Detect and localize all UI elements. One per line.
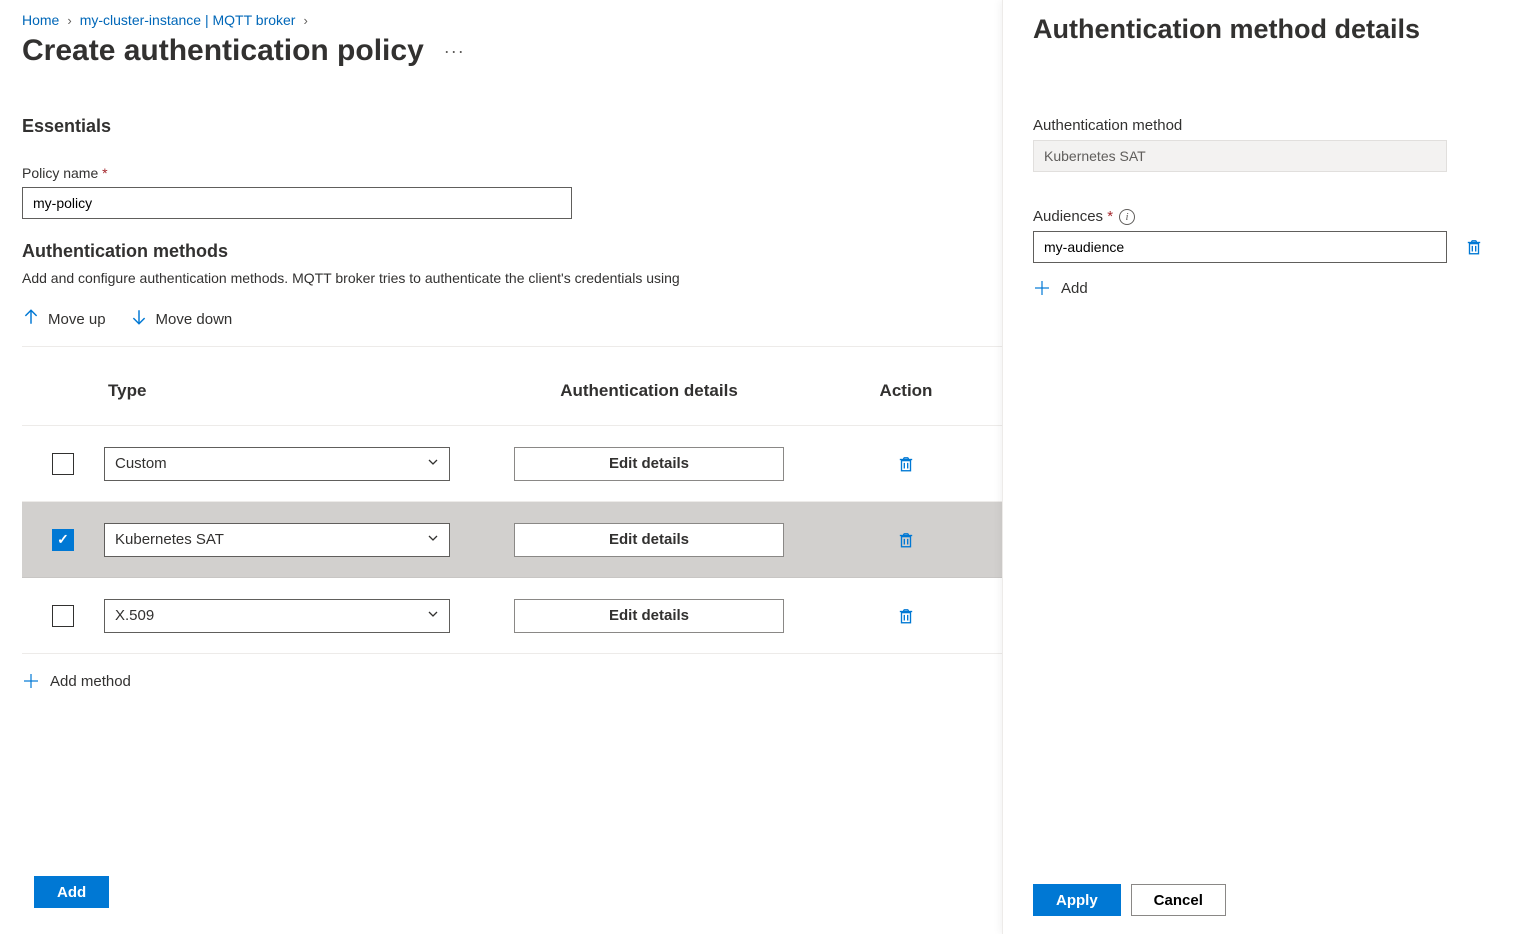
chevron-right-icon: › (303, 13, 307, 28)
row-checkbox[interactable] (52, 453, 74, 475)
type-value: Custom (115, 455, 167, 472)
apply-button[interactable]: Apply (1033, 884, 1121, 916)
delete-button[interactable] (897, 607, 915, 625)
edit-details-button[interactable]: Edit details (514, 447, 784, 481)
auth-method-label: Authentication method (1033, 117, 1512, 134)
delete-button[interactable] (897, 455, 915, 473)
add-method-button[interactable]: Add method (22, 672, 1002, 690)
details-panel: Authentication method details Authentica… (1002, 0, 1522, 934)
move-down-button[interactable]: Move down (130, 308, 233, 330)
row-checkbox[interactable] (52, 605, 74, 627)
column-action: Action (820, 381, 1002, 401)
auth-methods-description: Add and configure authentication methods… (22, 270, 1002, 286)
move-up-button[interactable]: Move up (22, 308, 106, 330)
breadcrumb-home[interactable]: Home (22, 12, 59, 28)
type-select[interactable]: X.509 (104, 599, 450, 633)
delete-audience-button[interactable] (1465, 238, 1483, 256)
methods-table: Type Authentication details Action Custo… (22, 381, 1002, 654)
audiences-label: Audiences i (1033, 208, 1512, 225)
edit-details-button[interactable]: Edit details (514, 599, 784, 633)
column-details: Authentication details (478, 381, 820, 401)
type-select[interactable]: Kubernetes SAT (104, 523, 450, 557)
cancel-button[interactable]: Cancel (1131, 884, 1226, 916)
plus-icon (22, 672, 40, 690)
plus-icon (1033, 279, 1051, 297)
add-method-label: Add method (50, 673, 131, 690)
move-down-label: Move down (156, 311, 233, 328)
table-row: X.509 Edit details (22, 578, 1002, 654)
policy-name-label: Policy name (22, 165, 1002, 181)
chevron-down-icon (427, 607, 439, 624)
delete-button[interactable] (897, 531, 915, 549)
row-checkbox[interactable] (52, 529, 74, 551)
add-audience-label: Add (1061, 280, 1088, 297)
column-type: Type (104, 381, 478, 401)
audience-input[interactable] (1033, 231, 1447, 263)
type-select[interactable]: Custom (104, 447, 450, 481)
arrow-up-icon (22, 308, 40, 330)
add-button[interactable]: Add (34, 876, 109, 908)
type-value: Kubernetes SAT (115, 531, 224, 548)
auth-methods-heading: Authentication methods (22, 241, 1002, 262)
chevron-down-icon (427, 455, 439, 472)
table-row: Custom Edit details (22, 426, 1002, 502)
chevron-right-icon: › (67, 13, 71, 28)
type-value: X.509 (115, 607, 154, 624)
page-title: Create authentication policy (22, 34, 424, 68)
info-icon[interactable]: i (1119, 209, 1135, 225)
move-up-label: Move up (48, 311, 106, 328)
policy-name-input[interactable] (22, 187, 572, 219)
more-actions-button[interactable]: ··· (444, 41, 465, 62)
auth-method-value: Kubernetes SAT (1033, 140, 1447, 172)
essentials-heading: Essentials (22, 116, 1002, 137)
chevron-down-icon (427, 531, 439, 548)
arrow-down-icon (130, 308, 148, 330)
panel-title: Authentication method details (1033, 14, 1512, 45)
add-audience-button[interactable]: Add (1033, 279, 1512, 297)
table-row: Kubernetes SAT Edit details (22, 502, 1002, 578)
edit-details-button[interactable]: Edit details (514, 523, 784, 557)
breadcrumb-instance[interactable]: my-cluster-instance | MQTT broker (80, 12, 296, 28)
breadcrumb: Home › my-cluster-instance | MQTT broker… (22, 12, 1002, 28)
